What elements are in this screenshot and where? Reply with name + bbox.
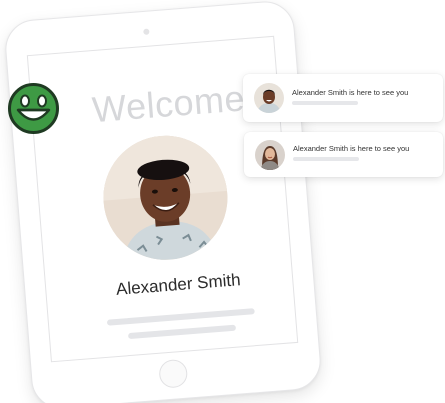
man-portrait-icon [98,131,233,265]
man-avatar-icon [254,83,284,113]
tablet-device: Welcome Alexander Smith [3,0,323,403]
placeholder-line [127,324,237,340]
placeholder-line [293,157,359,161]
illustration: Welcome Alexander Smith Alexander Smith … [0,0,445,403]
notification-card[interactable]: Alexander Smith is here to see you [244,132,443,177]
smiley-face-icon [6,81,61,136]
placeholder-line [106,308,255,326]
notification-card[interactable]: Alexander Smith is here to see you [243,74,443,122]
visitor-avatar [98,131,233,265]
placeholder-line [292,101,358,105]
notification-message: Alexander Smith is here to see you [293,144,410,153]
notification-message: Alexander Smith is here to see you [292,88,409,97]
camera-icon [143,28,150,35]
visitor-name: Alexander Smith [115,270,242,299]
woman-avatar-icon [255,140,285,170]
home-button[interactable] [158,358,189,389]
